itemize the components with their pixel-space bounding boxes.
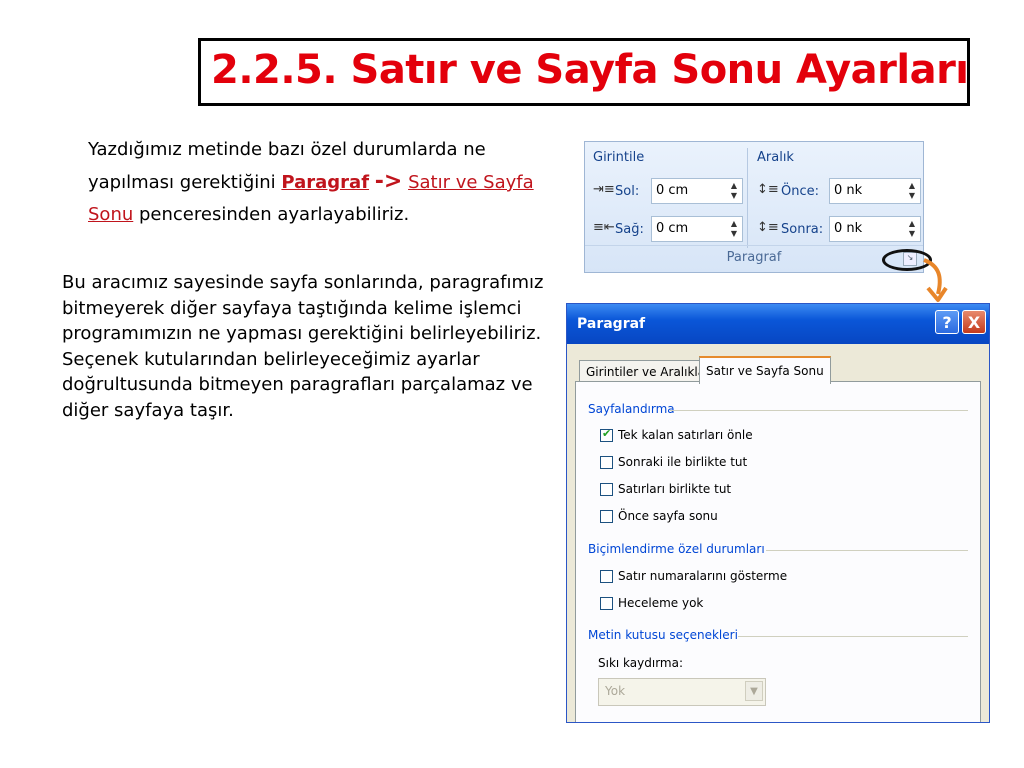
checkbox[interactable]	[600, 456, 613, 469]
paragraf-link[interactable]: Paragraf	[281, 172, 369, 193]
spacing-after-spinner[interactable]: 0 nk ▲ ▼	[829, 216, 921, 242]
paragraph-dialog: Paragraf ? X Girintiler ve Aralıklar Sat…	[566, 303, 990, 723]
indent-left-value: 0 cm	[656, 183, 689, 198]
spacing-before-spinner[interactable]: 0 nk ▲ ▼	[829, 178, 921, 204]
spacing-after-icon: ↕≡	[757, 220, 779, 235]
section-divider	[670, 410, 968, 411]
option-no-hyphenation[interactable]: Heceleme yok	[600, 596, 703, 612]
checkbox[interactable]	[600, 510, 613, 523]
spacing-after-label: Sonra:	[781, 222, 824, 237]
ribbon-group-footer: Paragraf	[585, 245, 923, 272]
checkbox[interactable]	[600, 597, 613, 610]
tab-panel: Sayfalandırma Tek kalan satırları önle S…	[575, 381, 981, 722]
close-button[interactable]: X	[962, 310, 986, 334]
spacing-group-label: Aralık	[757, 150, 794, 165]
intro-text-2: penceresinden ayarlayabiliriz.	[133, 204, 410, 225]
dialog-titlebar[interactable]: Paragraf ? X	[567, 304, 989, 344]
spacing-before-label: Önce:	[781, 184, 819, 199]
spinner-arrows-icon[interactable]: ▲ ▼	[731, 219, 737, 239]
indent-left-label: Sol:	[615, 184, 640, 199]
option-label: Önce sayfa sonu	[618, 509, 718, 523]
intro-paragraph: Yazdığımız metinde bazı özel durumlarda …	[88, 134, 558, 231]
spacing-after-value: 0 nk	[834, 221, 863, 236]
section-formatting-exceptions: Biçimlendirme özel durumları	[588, 542, 765, 556]
indent-right-value: 0 cm	[656, 221, 689, 236]
option-page-break-before[interactable]: Önce sayfa sonu	[600, 509, 718, 525]
chevron-down-icon[interactable]: ▼	[745, 681, 763, 701]
option-suppress-line-numbers[interactable]: Satır numaralarını gösterme	[600, 569, 787, 585]
tight-wrap-select[interactable]: Yok ▼	[598, 678, 766, 706]
option-keep-with-next[interactable]: Sonraki ile birlikte tut	[600, 455, 747, 471]
indent-left-icon: ⇥≡	[593, 182, 615, 197]
tight-wrap-label: Sıkı kaydırma:	[598, 656, 684, 670]
option-label: Satırları birlikte tut	[618, 482, 732, 496]
option-label: Heceleme yok	[618, 596, 704, 610]
tight-wrap-value: Yok	[605, 684, 626, 698]
section-pagination: Sayfalandırma	[588, 402, 675, 416]
section-divider	[738, 636, 968, 637]
spinner-arrows-icon[interactable]: ▲ ▼	[731, 181, 737, 201]
dialog-title: Paragraf	[577, 316, 646, 332]
checkbox[interactable]	[600, 483, 613, 496]
indent-right-label: Sağ:	[615, 222, 644, 237]
spinner-arrows-icon[interactable]: ▲ ▼	[909, 181, 915, 201]
checkbox-checked[interactable]	[600, 427, 613, 442]
indent-right-spinner[interactable]: 0 cm ▲ ▼	[651, 216, 743, 242]
slide-title-box: 2.2.5. Satır ve Sayfa Sonu Ayarları	[198, 38, 970, 106]
help-button[interactable]: ?	[935, 310, 959, 334]
spacing-before-icon: ↕≡	[757, 182, 779, 197]
section-textbox-options: Metin kutusu seçenekleri	[588, 628, 738, 642]
indent-left-spinner[interactable]: 0 cm ▲ ▼	[651, 178, 743, 204]
option-widow-control[interactable]: Tek kalan satırları önle	[600, 427, 753, 444]
indent-right-icon: ≡⇤	[593, 220, 615, 235]
slide-title: 2.2.5. Satır ve Sayfa Sonu Ayarları	[211, 47, 969, 93]
tab-line-page-breaks[interactable]: Satır ve Sayfa Sonu	[699, 356, 831, 384]
checkbox[interactable]	[600, 570, 613, 583]
arrow-text: ->	[374, 169, 403, 194]
option-label: Tek kalan satırları önle	[618, 428, 753, 442]
option-label: Satır numaralarını gösterme	[618, 569, 788, 583]
indent-group-label: Girintile	[593, 150, 645, 165]
spinner-arrows-icon[interactable]: ▲ ▼	[909, 219, 915, 239]
section-divider	[766, 550, 968, 551]
group-divider	[747, 148, 748, 248]
orange-arrow-icon	[923, 258, 948, 302]
ribbon-paragraph-group: Girintile Aralık ⇥≡ Sol: 0 cm ▲ ▼ ≡⇤ Sağ:…	[584, 141, 924, 273]
option-keep-lines-together[interactable]: Satırları birlikte tut	[600, 482, 731, 498]
spacing-before-value: 0 nk	[834, 183, 863, 198]
tab-indents-spacing[interactable]: Girintiler ve Aralıklar	[579, 360, 718, 383]
option-label: Sonraki ile birlikte tut	[618, 455, 748, 469]
body-paragraph: Bu aracımız sayesinde sayfa sonlarında, …	[62, 272, 544, 421]
